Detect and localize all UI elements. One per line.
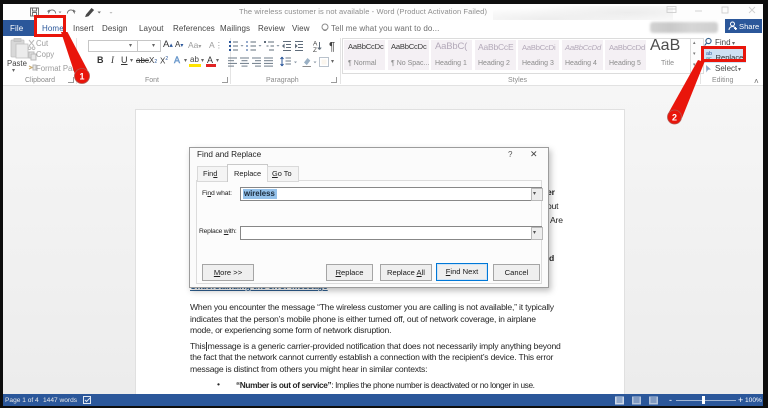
svg-text:2: 2 [672, 113, 677, 123]
svg-text:¶: ¶ [329, 42, 335, 54]
svg-text:1: 1 [79, 72, 84, 82]
svg-text:Z: Z [313, 47, 317, 53]
